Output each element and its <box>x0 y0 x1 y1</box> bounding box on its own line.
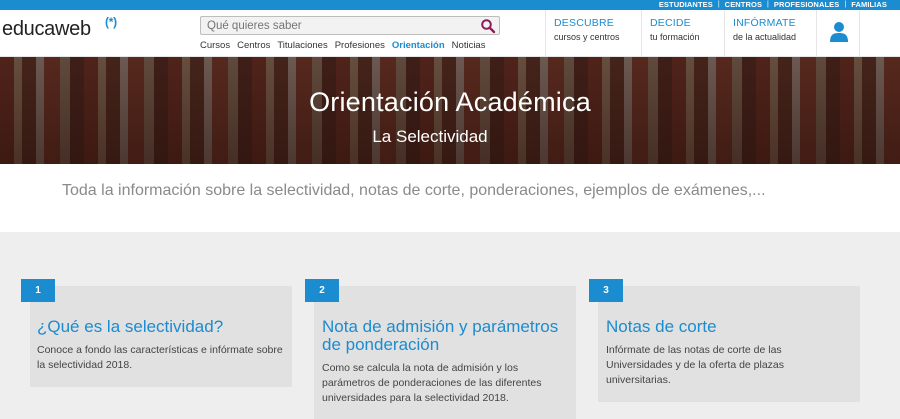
card-title[interactable]: Nota de admisión y parámetros de pondera… <box>322 318 574 354</box>
nav-centros[interactable]: Centros <box>237 40 270 51</box>
nav-cursos[interactable]: Cursos <box>200 40 230 51</box>
logo-text: educaweb <box>2 18 91 40</box>
logo-mark: (*) <box>105 15 117 29</box>
user-icon <box>830 22 848 42</box>
search-box <box>200 16 500 35</box>
nav-decide[interactable]: DECIDE tu formación <box>641 10 724 57</box>
link-centros[interactable]: CENTROS <box>720 0 767 10</box>
nav-noticias[interactable]: Noticias <box>452 40 486 51</box>
card-text: Como se calcula la nota de admisión y lo… <box>322 362 542 404</box>
hero-subtitle: La Selectividad <box>372 127 488 146</box>
nav-titulaciones[interactable]: Titulaciones <box>277 40 327 51</box>
nav-descubre[interactable]: DESCUBRE cursos y centros <box>545 10 641 57</box>
card-title[interactable]: Notas de corte <box>606 318 856 336</box>
hero-title: Orientación Académica <box>309 87 591 117</box>
card-title[interactable]: ¿Qué es la selectividad? <box>37 318 287 336</box>
link-familias[interactable]: FAMILIAS <box>846 0 892 10</box>
card-nota-admision-content: Nota de admisión y parámetros de pondera… <box>314 286 576 419</box>
nav-informate-title: INFÓRMATE <box>733 17 796 29</box>
user-account-button[interactable] <box>816 10 860 57</box>
audience-links: ESTUDIANTES | CENTROS | PROFESIONALES | … <box>654 0 892 10</box>
nav-orientacion[interactable]: Orientación <box>392 40 445 51</box>
search-input[interactable] <box>207 18 477 33</box>
nav-informate[interactable]: INFÓRMATE de la actualidad <box>724 10 816 57</box>
site-header: educaweb (*) Cursos Centros Titulaciones… <box>0 10 900 57</box>
intro-text: Toda la información sobre la selectivida… <box>62 182 766 199</box>
link-profesionales[interactable]: PROFESIONALES <box>769 0 844 10</box>
card-selectividad-content: ¿Qué es la selectividad? Conoce a fondo … <box>30 286 292 387</box>
search-icon[interactable] <box>480 18 496 34</box>
link-estudiantes[interactable]: ESTUDIANTES <box>654 0 718 10</box>
nav-descubre-title: DESCUBRE <box>554 17 614 29</box>
nav-descubre-subtitle: cursos y centros <box>554 32 620 42</box>
cards-section: 1 ¿Qué es la selectividad? Conoce a fond… <box>0 232 900 419</box>
card-text: Infórmate de las notas de corte de las U… <box>606 344 785 386</box>
card-notas-corte-content: Notas de corte Infórmate de las notas de… <box>598 286 860 402</box>
nav-profesiones[interactable]: Profesiones <box>335 40 385 51</box>
section-nav: Cursos Centros Titulaciones Profesiones … <box>200 40 485 51</box>
educaweb-logo[interactable]: educaweb (*) <box>2 15 117 41</box>
nav-decide-title: DECIDE <box>650 17 691 29</box>
hero-banner: Orientación Académica La Selectividad <box>0 57 900 164</box>
nav-decide-subtitle: tu formación <box>650 32 700 42</box>
intro-section: Toda la información sobre la selectivida… <box>0 164 900 232</box>
card-text: Conoce a fondo las características e inf… <box>37 344 283 371</box>
nav-informate-subtitle: de la actualidad <box>733 32 797 42</box>
top-utility-bar: ESTUDIANTES | CENTROS | PROFESIONALES | … <box>0 0 900 10</box>
